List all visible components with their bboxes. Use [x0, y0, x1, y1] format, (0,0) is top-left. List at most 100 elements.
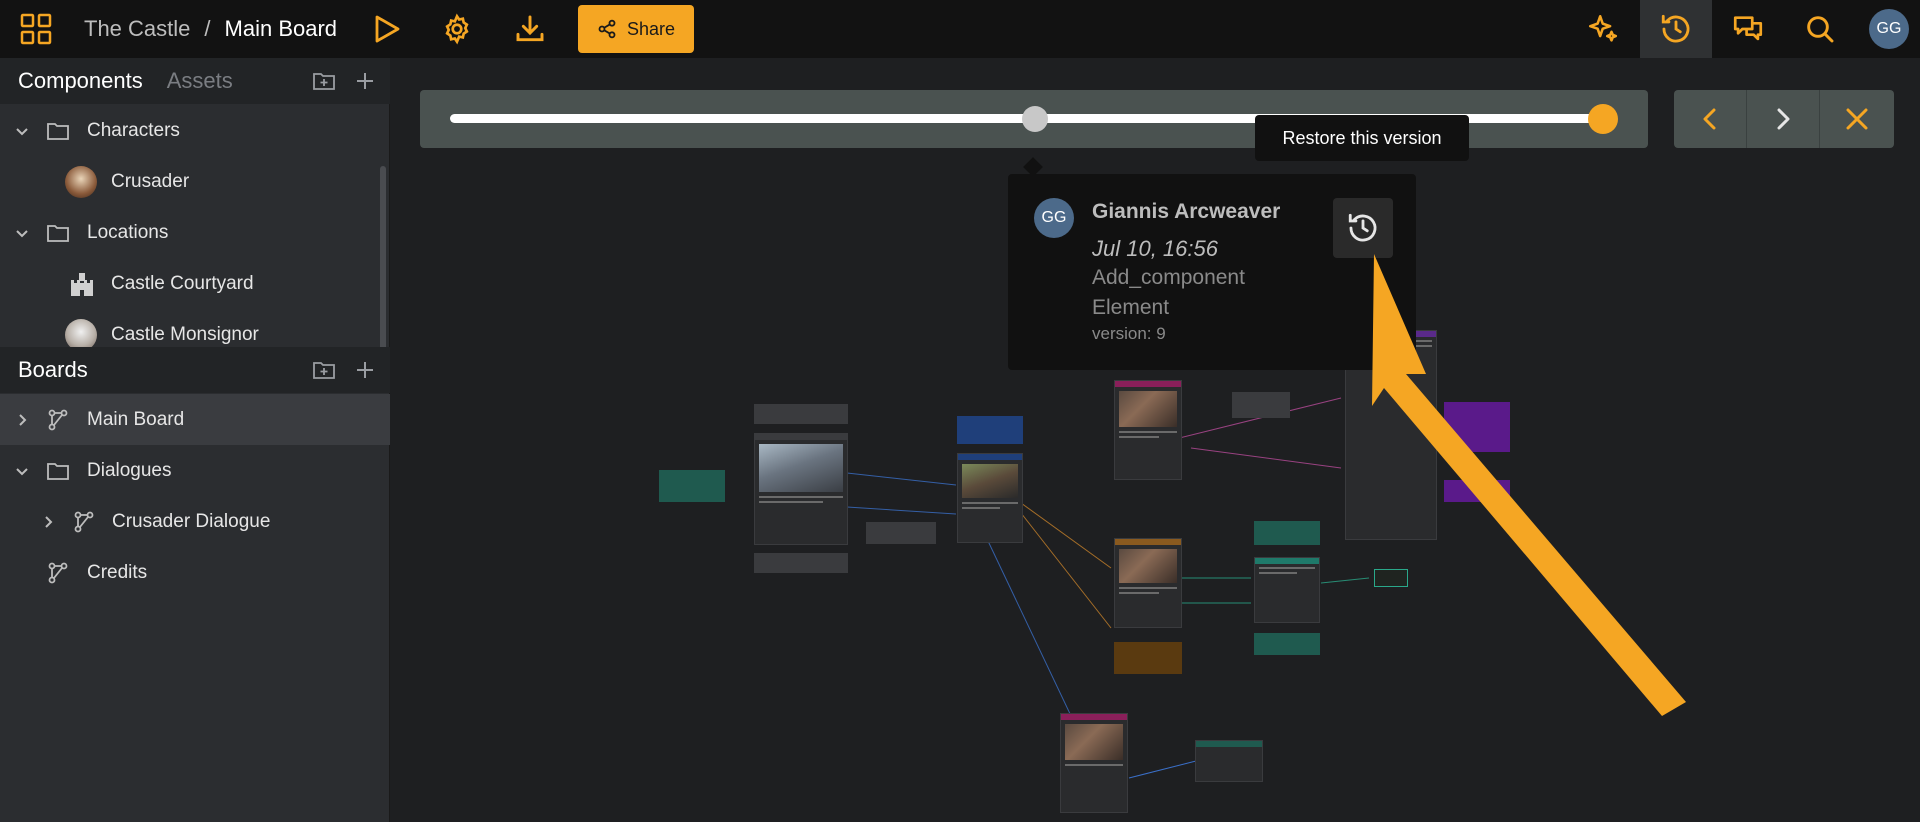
sidebar-item-locations[interactable]: Locations [0, 207, 390, 258]
node-header [755, 434, 847, 440]
close-history-button[interactable] [1820, 90, 1893, 148]
chevron-left-icon [1703, 108, 1716, 130]
folder-icon [46, 223, 70, 243]
note-green-2[interactable] [1254, 633, 1320, 655]
chevron-down-icon[interactable] [14, 123, 30, 139]
share-button[interactable]: Share [578, 5, 694, 53]
node-text-line [962, 502, 1018, 504]
chevron-right-icon[interactable] [14, 412, 30, 428]
sidebar-item-credits[interactable]: Credits [0, 547, 390, 598]
gear-icon[interactable] [440, 0, 474, 58]
board-icon [46, 408, 70, 432]
restore-history-icon [1348, 213, 1377, 242]
note-brown[interactable] [1114, 642, 1182, 674]
note-grey[interactable] [866, 522, 936, 544]
version-action: Add_component [1092, 266, 1245, 289]
board-icon [72, 510, 96, 534]
add-component-icon[interactable] [355, 58, 375, 104]
note-intro[interactable] [754, 404, 848, 424]
chevron-right-icon [1777, 108, 1790, 130]
node-image [1119, 391, 1177, 427]
node-text-line [759, 501, 824, 503]
annotation-arrow [1372, 254, 1686, 716]
new-folder-icon[interactable] [312, 58, 336, 104]
node-small-house[interactable] [1114, 380, 1182, 480]
monsignor-thumbnail [65, 318, 97, 351]
node-text-line [1119, 587, 1177, 589]
note-blue[interactable] [957, 416, 1023, 444]
note-welcome[interactable] [659, 470, 725, 502]
node-image [759, 444, 843, 492]
sidebar-item-main-board[interactable]: Main Board [0, 394, 390, 445]
node-header [1196, 741, 1262, 747]
sidebar-item-crusader[interactable]: Crusader [0, 156, 390, 207]
version-author: Giannis Arcweaver [1092, 200, 1281, 223]
node-castle-courtyard[interactable] [957, 453, 1023, 543]
sidebar: Components Assets Characters Crusader Lo… [0, 58, 390, 822]
sidebar-item-characters[interactable]: Characters [0, 105, 390, 156]
note-first-board[interactable] [754, 553, 848, 573]
sidebar-item-castle-courtyard[interactable]: Castle Courtyard [0, 258, 390, 309]
restore-tooltip: Restore this version [1255, 115, 1469, 161]
previous-version-button[interactable] [1674, 90, 1747, 148]
breadcrumb-project[interactable]: The Castle [84, 16, 190, 42]
history-nav [1674, 90, 1894, 148]
add-board-icon[interactable] [355, 347, 375, 393]
history-version-marker[interactable] [1022, 106, 1048, 132]
node-text-line [1259, 567, 1315, 569]
tab-components[interactable]: Components [18, 68, 143, 94]
history-icon[interactable] [1658, 0, 1694, 58]
version-number: version: 9 [1092, 324, 1166, 343]
next-version-button[interactable] [1747, 90, 1820, 148]
restore-version-button[interactable] [1333, 198, 1393, 258]
version-date: Jul 10, 16:56 [1092, 236, 1218, 261]
castle-icon [68, 270, 96, 298]
chevron-right-icon[interactable] [40, 514, 56, 530]
node-stone-passage[interactable] [1114, 538, 1182, 628]
node-small-house-2[interactable] [1060, 713, 1128, 813]
play-icon[interactable] [372, 0, 402, 58]
node-text-line [1119, 436, 1159, 438]
sidebar-item-label: Characters [87, 119, 180, 141]
close-icon [1846, 108, 1867, 130]
node-image [1065, 724, 1123, 760]
comments-icon[interactable] [1730, 0, 1766, 58]
breadcrumb-board: Main Board [224, 16, 338, 41]
folder-icon [46, 461, 70, 481]
sidebar-item-label: Castle Courtyard [111, 272, 254, 294]
node-header [1115, 539, 1181, 545]
node-text-line [1065, 764, 1123, 766]
ai-sparkle-icon[interactable] [1585, 0, 1621, 58]
sidebar-item-label: Crusader [111, 170, 190, 192]
node-header [1115, 381, 1181, 387]
new-board-folder-icon[interactable] [312, 347, 336, 393]
node-text-line [1119, 592, 1159, 594]
share-label: Share [626, 18, 676, 39]
node-text-line [1119, 431, 1177, 433]
apps-grid-icon[interactable] [18, 0, 54, 58]
note-grey-2[interactable] [1232, 392, 1290, 418]
node-credits-link[interactable] [1195, 740, 1263, 782]
sidebar-item-label: Main Board [87, 408, 185, 430]
note-green[interactable] [1254, 521, 1320, 545]
download-icon[interactable] [513, 0, 547, 58]
node-crusader[interactable] [1254, 557, 1320, 623]
crusader-thumbnail [65, 165, 97, 198]
node-text-line [962, 507, 1001, 509]
chevron-down-icon[interactable] [14, 463, 30, 479]
folder-icon [46, 121, 70, 141]
sidebar-item-crusader-dialogue[interactable]: Crusader Dialogue [0, 496, 390, 547]
node-text-line [1259, 572, 1298, 574]
version-target: Element [1092, 296, 1170, 319]
node-header [958, 454, 1022, 460]
sidebar-item-dialogues[interactable]: Dialogues [0, 445, 390, 496]
components-header: Components Assets [0, 58, 390, 104]
node-image [962, 464, 1018, 498]
user-avatar[interactable]: GG [1869, 9, 1909, 49]
history-slider-handle[interactable] [1588, 104, 1618, 134]
search-icon[interactable] [1802, 0, 1838, 58]
tab-assets[interactable]: Assets [167, 68, 233, 94]
chevron-down-icon[interactable] [14, 225, 30, 241]
node-castle-monsignor[interactable] [754, 433, 848, 545]
top-bar: The Castle / Main Board Share GG [0, 0, 1920, 58]
